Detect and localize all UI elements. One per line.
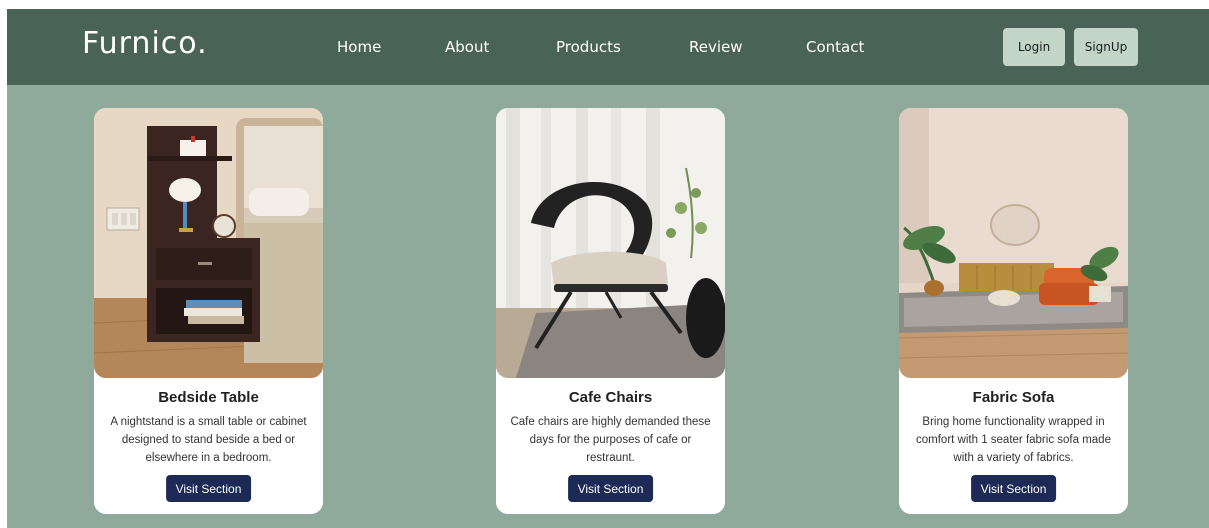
product-description: A nightstand is a small table or cabinet… xyxy=(110,416,307,464)
product-description: Cafe chairs are highly demanded these da… xyxy=(510,416,711,464)
nav-link-about[interactable]: About xyxy=(445,38,489,56)
product-card-bedside-table: Bedside Table A nightstand is a small ta… xyxy=(94,108,323,514)
product-title: Bedside Table xyxy=(158,389,259,406)
fabric-sofa-image xyxy=(899,108,1128,378)
page: Furnico. Home About Products Review Cont… xyxy=(7,9,1209,528)
nav-link-contact[interactable]: Contact xyxy=(806,38,864,56)
nav-link-review[interactable]: Review xyxy=(689,38,743,56)
login-button[interactable]: Login xyxy=(1003,28,1065,66)
visit-section-button[interactable]: Visit Section xyxy=(970,475,1057,502)
nav-link-products[interactable]: Products xyxy=(556,38,621,56)
product-card-cafe-chairs: Cafe Chairs Cafe chairs are highly deman… xyxy=(496,108,725,514)
cafe-chairs-image xyxy=(496,108,725,378)
navbar: Furnico. Home About Products Review Cont… xyxy=(7,9,1209,85)
product-title: Cafe Chairs xyxy=(568,389,653,406)
nav-link-home[interactable]: Home xyxy=(337,38,381,56)
visit-section-button[interactable]: Visit Section xyxy=(567,475,654,502)
product-title: Fabric Sofa xyxy=(972,389,1055,406)
signup-button[interactable]: SignUp xyxy=(1074,28,1138,66)
logo[interactable]: Furnico. xyxy=(82,26,208,61)
bedside-table-image xyxy=(94,108,323,378)
visit-section-button[interactable]: Visit Section xyxy=(165,475,252,502)
product-card-fabric-sofa: Fabric Sofa Bring home functionality wra… xyxy=(899,108,1128,514)
product-description: Bring home functionality wrapped in comf… xyxy=(916,416,1111,464)
